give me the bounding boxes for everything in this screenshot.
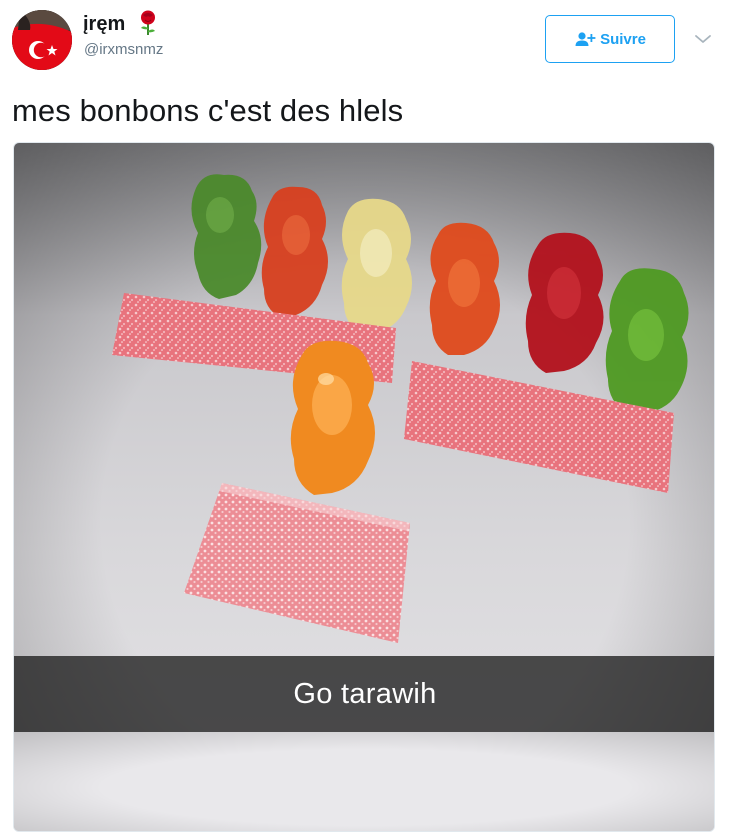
snap-caption-text: Go tarawih: [293, 677, 437, 710]
tweet: įręm @irxmsnmz Suivre mes bonbons c'est …: [0, 0, 730, 839]
author-display-name[interactable]: įręm: [83, 12, 125, 36]
follow-button-label: Suivre: [600, 30, 646, 48]
tweet-text: mes bonbons c'est des hlels: [12, 93, 404, 128]
rose-icon: [141, 10, 155, 35]
tweet-photo[interactable]: Go tarawih: [13, 142, 715, 832]
follow-user-icon: [575, 32, 596, 46]
follow-button[interactable]: Suivre: [545, 15, 675, 63]
author-handle[interactable]: @irxmsnmz: [84, 40, 163, 60]
snap-caption-bar: Go tarawih: [14, 656, 714, 732]
chevron-down-icon[interactable]: [694, 32, 712, 46]
avatar-image: [12, 10, 72, 70]
avatar[interactable]: [12, 10, 72, 70]
